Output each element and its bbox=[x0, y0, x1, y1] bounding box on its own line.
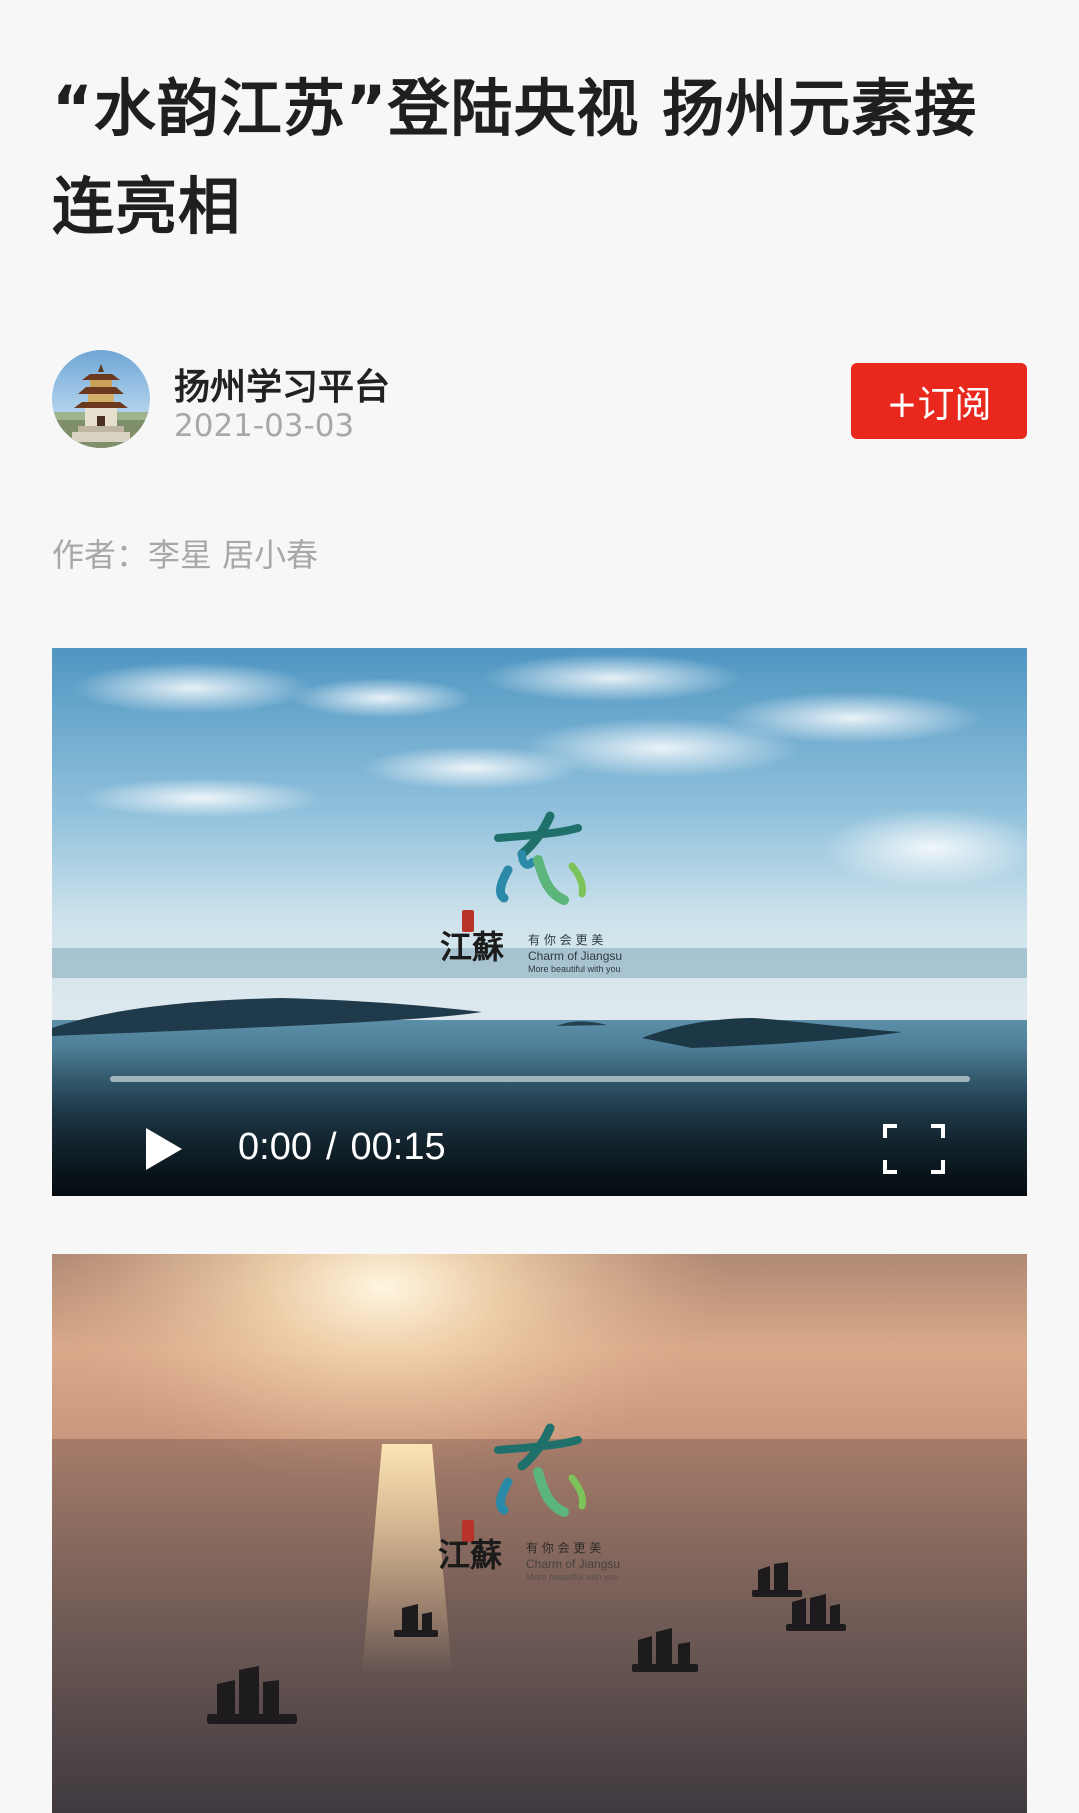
author-byline: 作者：李星 居小春 bbox=[52, 536, 319, 574]
video-progress-bar[interactable] bbox=[110, 1076, 970, 1082]
play-icon[interactable] bbox=[144, 1126, 184, 1172]
pagoda-avatar-icon[interactable] bbox=[52, 350, 150, 448]
fullscreen-icon[interactable] bbox=[883, 1124, 945, 1174]
duration: 00:15 bbox=[350, 1126, 446, 1168]
article-title: “水韵江苏”登陆央视 扬州元素接连亮相 bbox=[52, 72, 978, 243]
svg-text:江蘇: 江蘇 bbox=[440, 928, 504, 966]
time-separator: / bbox=[325, 1126, 337, 1168]
video-player[interactable]: 江蘇 有 你 会 更 美 Charm of Jiangsu More beaut… bbox=[52, 648, 1027, 1196]
publish-date: 2021-03-03 bbox=[174, 408, 355, 444]
subscribe-button[interactable]: +订阅 bbox=[851, 363, 1027, 439]
video-thumbnail-sunset: 江蘇 有 你 会 更 美 Charm of Jiangsu More beaut… bbox=[52, 1254, 1027, 1813]
svg-text:有 你 会 更 美: 有 你 会 更 美 bbox=[526, 1541, 601, 1555]
video-time-display: 0:00 / 00:15 bbox=[238, 1126, 446, 1169]
svg-text:Charm of Jiangsu: Charm of Jiangsu bbox=[528, 949, 622, 963]
svg-text:Charm of Jiangsu: Charm of Jiangsu bbox=[526, 1557, 620, 1571]
current-time: 0:00 bbox=[238, 1126, 312, 1168]
svg-text:More beautiful with you: More beautiful with you bbox=[526, 1572, 619, 1582]
article-page: “水韵江苏”登陆央视 扬州元素接连亮相 扬州学习平台 2021-03-03 +订… bbox=[0, 0, 1079, 1813]
svg-text:江蘇: 江蘇 bbox=[438, 1536, 502, 1574]
video-controls: 0:00 / 00:15 bbox=[52, 1048, 1027, 1196]
svg-text:有 你 会 更 美: 有 你 会 更 美 bbox=[528, 933, 603, 947]
svg-text:More beautiful with you: More beautiful with you bbox=[528, 964, 621, 974]
account-header: 扬州学习平台 2021-03-03 +订阅 bbox=[52, 350, 1027, 450]
video-player-2[interactable]: 江蘇 有 你 会 更 美 Charm of Jiangsu More beaut… bbox=[52, 1254, 1027, 1813]
account-name[interactable]: 扬州学习平台 bbox=[174, 358, 390, 410]
